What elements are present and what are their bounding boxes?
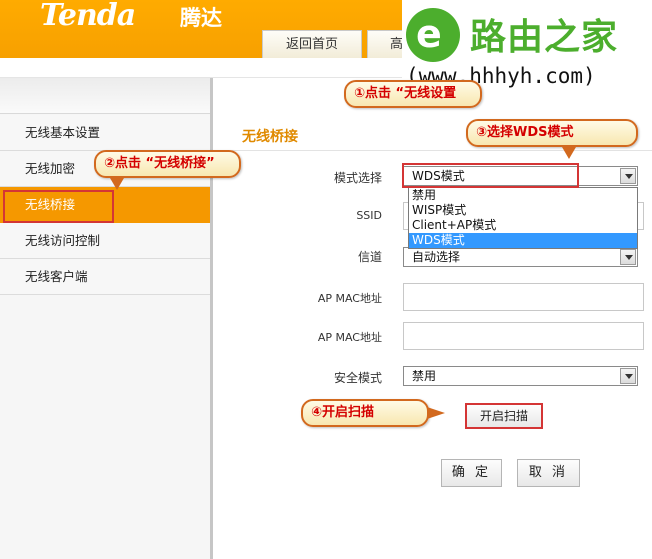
- tab-home[interactable]: 返回首页: [262, 30, 362, 58]
- callout-pointer-icon: [110, 178, 124, 190]
- page-title: 无线桥接: [242, 129, 298, 145]
- ok-button[interactable]: 确 定: [441, 459, 502, 487]
- annotation-step-3: ③选择WDS模式: [466, 119, 638, 159]
- annotation-step-1: ①点击 “无线设置: [344, 80, 482, 108]
- security-select-value: 禁用: [412, 369, 437, 383]
- annotation-step-1-text: ①点击 “无线设置: [354, 86, 457, 101]
- title-divider: [232, 150, 652, 151]
- channel-label: 信道: [357, 250, 382, 264]
- sidebar-item-wireless-basic[interactable]: 无线基本设置: [0, 115, 210, 151]
- watermark-title: 路由之家: [470, 17, 619, 58]
- annotation-step-2-text: ②点击 “无线桥接”: [104, 156, 215, 171]
- ap-mac-input-2[interactable]: [403, 322, 644, 350]
- sidebar-item-access-control[interactable]: 无线访问控制: [0, 223, 210, 259]
- sidebar-item-wireless-clients[interactable]: 无线客户端: [0, 259, 210, 295]
- mode-option-wds[interactable]: WDS模式: [409, 233, 637, 248]
- callout-pointer-icon: [562, 147, 576, 159]
- highlight-box-sidebar: [3, 190, 114, 223]
- ap-mac-label-2: AP MAC地址: [317, 331, 382, 344]
- ap-mac-input-1[interactable]: [403, 283, 644, 311]
- tenda-logo-cn: 腾达: [180, 6, 222, 30]
- annotation-step-3-text: ③选择WDS模式: [476, 125, 574, 140]
- watermark-e-glyph: e: [416, 12, 442, 56]
- scan-button[interactable]: 开启扫描: [465, 403, 543, 429]
- cancel-button[interactable]: 取 消: [517, 459, 580, 487]
- channel-select-value: 自动选择: [412, 250, 461, 264]
- sidebar-header: [0, 78, 210, 114]
- security-select[interactable]: 禁用: [403, 366, 638, 386]
- mode-option-wisp[interactable]: WISP模式: [409, 203, 637, 218]
- ap-mac-label-1: AP MAC地址: [317, 292, 382, 305]
- mode-label: 模式选择: [333, 171, 382, 185]
- mode-option-client-ap[interactable]: Client+AP模式: [409, 218, 637, 233]
- ssid-label: SSID: [356, 209, 382, 222]
- tenda-logo: Tenda: [40, 0, 136, 33]
- annotation-step-4-text: ④开启扫描: [311, 405, 375, 420]
- annotation-step-4: ④开启扫描: [301, 399, 445, 427]
- mode-option-disabled[interactable]: 禁用: [409, 188, 637, 203]
- chevron-down-icon[interactable]: [620, 249, 636, 265]
- chevron-down-icon[interactable]: [620, 368, 636, 384]
- highlight-box-mode: [402, 163, 579, 188]
- channel-select[interactable]: 自动选择: [403, 247, 638, 267]
- chevron-down-icon[interactable]: [620, 168, 636, 184]
- router-admin-page: { "header": { "logo_text": "Tenda", "log…: [0, 0, 652, 559]
- mode-dropdown-list: 禁用 WISP模式 Client+AP模式 WDS模式: [408, 187, 638, 249]
- security-label: 安全模式: [333, 371, 382, 385]
- annotation-step-2: ②点击 “无线桥接”: [94, 150, 241, 190]
- callout-pointer-icon: [427, 407, 445, 419]
